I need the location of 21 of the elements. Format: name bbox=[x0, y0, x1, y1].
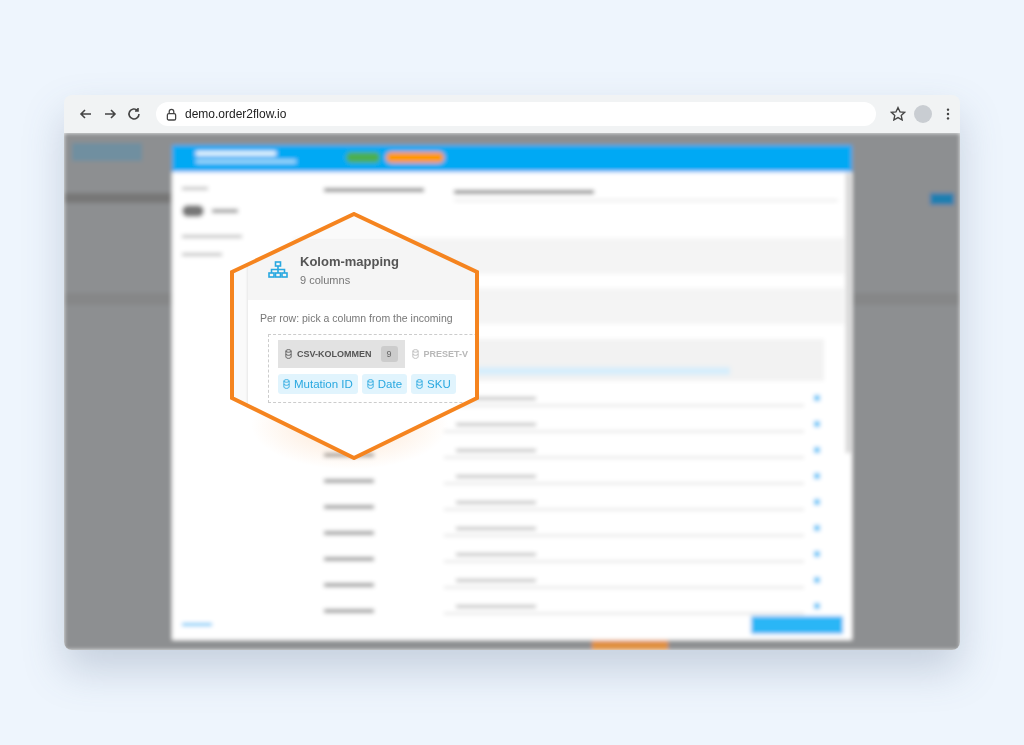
database-icon bbox=[366, 379, 374, 389]
database-icon bbox=[416, 379, 424, 389]
column-chip[interactable]: Mutation ID bbox=[278, 374, 358, 394]
column-chip[interactable]: Date bbox=[361, 374, 408, 394]
hierarchy-icon bbox=[268, 261, 288, 279]
reload-icon[interactable] bbox=[126, 106, 142, 122]
instruction-text: Per row: pick a column from the incoming bbox=[260, 312, 453, 324]
count-badge: 9 bbox=[380, 346, 398, 362]
url-text: demo.order2flow.io bbox=[185, 107, 287, 121]
menu-icon[interactable] bbox=[946, 107, 950, 121]
column-chip[interactable]: SKU bbox=[411, 374, 456, 394]
column-tab[interactable]: PRESET-V bbox=[404, 340, 476, 368]
star-icon[interactable] bbox=[890, 106, 906, 122]
database-icon bbox=[283, 379, 290, 389]
database-icon bbox=[285, 349, 292, 359]
lock-icon bbox=[166, 107, 177, 121]
database-icon bbox=[411, 349, 419, 359]
column-count: 9 columns bbox=[300, 274, 352, 286]
address-bar[interactable]: demo.order2flow.io bbox=[156, 102, 876, 126]
card-title: Kolom-mapping bbox=[300, 254, 399, 269]
column-tab[interactable]: CSV-KOLOMMEN 9 bbox=[278, 340, 405, 368]
